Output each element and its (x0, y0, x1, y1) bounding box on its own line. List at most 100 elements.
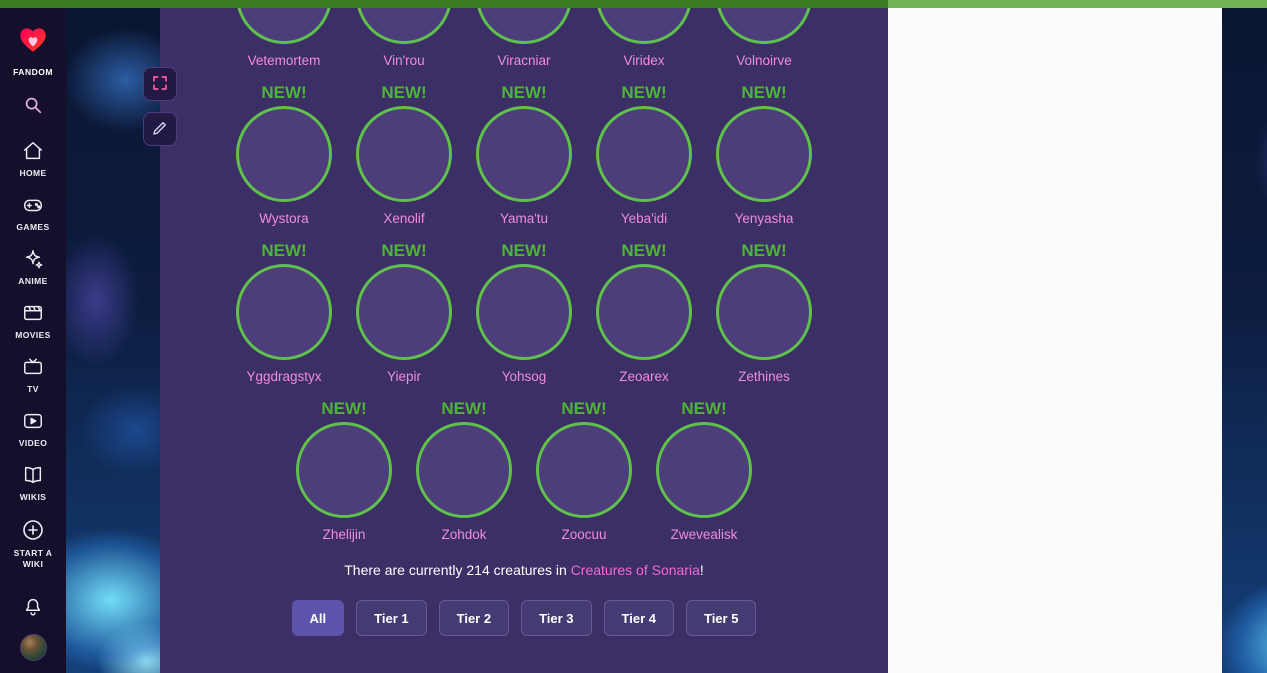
sidebar-bottom (19, 596, 47, 673)
sidebar-item-label: GAMES (16, 222, 50, 232)
plus-circle-icon (21, 518, 45, 542)
creature-card: NEW! Zwevealisk (644, 398, 764, 544)
new-badge: NEW! (561, 399, 607, 418)
creature-image[interactable] (596, 106, 692, 202)
sidebar-item-movies[interactable]: MOVIES (0, 294, 66, 348)
creature-image[interactable] (356, 8, 452, 44)
creature-card: NEW!Viracniar (464, 8, 584, 70)
sidebar-item-anime[interactable]: ANIME (0, 240, 66, 294)
creature-card: NEW! Xenolif (344, 82, 464, 228)
creature-image[interactable] (596, 8, 692, 44)
filter-tier-2[interactable]: Tier 2 (438, 600, 510, 636)
creature-image[interactable] (656, 422, 752, 518)
creature-link[interactable]: Yggdragstyx (246, 368, 321, 386)
edit-button[interactable] (143, 112, 177, 146)
creature-link[interactable]: Wystora (259, 210, 308, 228)
fullscreen-button[interactable] (143, 67, 177, 101)
notifications-button[interactable] (22, 596, 44, 621)
creature-count-text: There are currently 214 creatures in Cre… (160, 562, 888, 578)
sidebar-item-label: START A WIKI (13, 548, 53, 569)
creature-row: NEW! Yggdragstyx NEW! Yiepir NEW! Yohsog NEW! Z… (160, 240, 888, 386)
creature-image[interactable] (236, 106, 332, 202)
creature-card: NEW! Wystora (224, 82, 344, 228)
creature-link[interactable]: Yama'tu (500, 210, 548, 228)
creature-image[interactable] (356, 106, 452, 202)
sidebar-item-wikis[interactable]: WIKIS (0, 456, 66, 510)
filter-tier-5[interactable]: Tier 5 (685, 600, 757, 636)
sidebar-item-home[interactable]: HOME (0, 132, 66, 186)
creature-image[interactable] (356, 264, 452, 360)
creature-card: NEW! Zhelijin (284, 398, 404, 544)
creature-card: NEW! Yggdragstyx (224, 240, 344, 386)
creature-link[interactable]: Volnoirve (736, 52, 792, 70)
top-green-bar (0, 0, 888, 8)
fullscreen-icon (151, 74, 169, 95)
creature-card: NEW! Yohsog (464, 240, 584, 386)
creature-link[interactable]: Yiepir (387, 368, 421, 386)
creature-image[interactable] (476, 264, 572, 360)
creature-link[interactable]: Zoocuu (561, 526, 606, 544)
new-badge: NEW! (261, 83, 307, 102)
new-badge: NEW! (321, 399, 367, 418)
creature-image[interactable] (476, 8, 572, 44)
creature-image[interactable] (716, 8, 812, 44)
creature-link[interactable]: Zeoarex (619, 368, 669, 386)
creature-link[interactable]: Xenolif (383, 210, 424, 228)
creature-image[interactable] (416, 422, 512, 518)
wiki-content: NEW!VetemortemNEW!Vin'rouNEW!ViracniarNE… (160, 8, 888, 673)
page: FANDOM HOME GAMES ANIME MOVIES TV VIDEO … (0, 0, 1267, 673)
video-icon (22, 410, 44, 432)
sidebar-item-tv[interactable]: TV (0, 348, 66, 402)
wikis-icon (22, 464, 44, 486)
creature-image[interactable] (536, 422, 632, 518)
creature-link[interactable]: Yohsog (502, 368, 547, 386)
creature-image[interactable] (596, 264, 692, 360)
sidebar-item-games[interactable]: GAMES (0, 186, 66, 240)
creature-image[interactable] (716, 106, 812, 202)
fandom-flame-heart-icon (16, 22, 50, 61)
creature-link[interactable]: Vetemortem (248, 52, 321, 70)
sidebar-item-label: HOME (19, 168, 47, 178)
tv-icon (22, 356, 44, 378)
filter-all[interactable]: All (291, 600, 345, 636)
creature-link[interactable]: Zhelijin (323, 526, 366, 544)
creature-image[interactable] (476, 106, 572, 202)
user-avatar[interactable] (19, 634, 47, 661)
sidebar-item-video[interactable]: VIDEO (0, 402, 66, 456)
filter-tier-1[interactable]: Tier 1 (356, 600, 427, 636)
creature-card: NEW! Zoocuu (524, 398, 644, 544)
creature-image[interactable] (236, 264, 332, 360)
sidebar-nav: HOME GAMES ANIME MOVIES TV VIDEO WIKIS S… (0, 132, 66, 577)
new-badge: NEW! (741, 83, 787, 102)
creature-link[interactable]: Viracniar (497, 52, 550, 70)
filter-tier-4[interactable]: Tier 4 (603, 600, 674, 636)
creature-link[interactable]: Vin'rou (383, 52, 424, 70)
new-badge: NEW! (681, 399, 727, 418)
sidebar-item-label: WIKIS (19, 492, 47, 502)
global-sidebar: FANDOM HOME GAMES ANIME MOVIES TV VIDEO … (0, 0, 66, 673)
creature-link[interactable]: Yeba'idi (621, 210, 667, 228)
creature-image[interactable] (716, 264, 812, 360)
creature-link[interactable]: Yenyasha (735, 210, 794, 228)
fandom-logo[interactable]: FANDOM (13, 22, 53, 77)
new-badge: NEW! (501, 83, 547, 102)
creatures-of-sonaria-link[interactable]: Creatures of Sonaria (571, 562, 700, 578)
creature-link[interactable]: Zwevealisk (671, 526, 738, 544)
movies-icon (22, 302, 44, 324)
creature-image[interactable] (296, 422, 392, 518)
tier-filters: All Tier 1 Tier 2 Tier 3 Tier 4 Tier 5 (160, 600, 888, 636)
search-button[interactable] (18, 90, 48, 120)
creature-grid: NEW!VetemortemNEW!Vin'rouNEW!ViracniarNE… (160, 8, 888, 544)
creature-link[interactable]: Viridex (623, 52, 664, 70)
right-rail (888, 8, 1222, 673)
sidebar-item-start-a-wiki[interactable]: START A WIKI (0, 510, 66, 577)
games-icon (22, 194, 44, 216)
filter-tier-3[interactable]: Tier 3 (521, 600, 592, 636)
new-badge: NEW! (741, 241, 787, 260)
creature-image[interactable] (236, 8, 332, 44)
new-badge: NEW! (621, 241, 667, 260)
creature-link[interactable]: Zohdok (441, 526, 486, 544)
creature-link[interactable]: Zethines (738, 368, 790, 386)
new-badge: NEW! (621, 83, 667, 102)
bell-icon (22, 598, 44, 621)
